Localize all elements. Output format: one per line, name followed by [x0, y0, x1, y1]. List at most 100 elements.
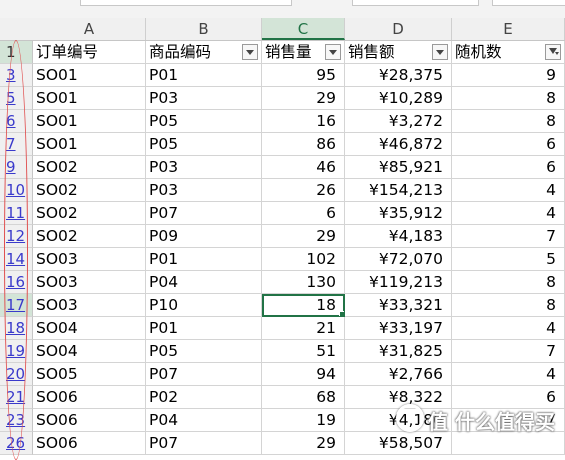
column-header-bar: A B C D E: [0, 18, 565, 41]
cell-random-number[interactable]: 8: [452, 294, 565, 317]
cell-random-number[interactable]: 5: [452, 248, 565, 271]
cell-sales-qty[interactable]: 19: [262, 409, 345, 432]
cell-random-number[interactable]: 4: [452, 202, 565, 225]
cell-sales-amount[interactable]: ¥31,825: [345, 340, 452, 363]
cell-sales-amount[interactable]: ¥154,213: [345, 179, 452, 202]
cell-product-code[interactable]: P01: [146, 248, 262, 271]
cell-product-code[interactable]: P10: [146, 294, 262, 317]
cell-random-number[interactable]: 6: [452, 156, 565, 179]
table-row: 14 SO03 P01 102 ¥72,070 5: [0, 248, 565, 271]
cell-product-code[interactable]: P01: [146, 64, 262, 87]
column-header-e[interactable]: E: [452, 18, 565, 40]
cell-random-number[interactable]: 4: [452, 179, 565, 202]
header-label: 订单编号: [36, 43, 99, 61]
column-header-b[interactable]: B: [146, 18, 262, 40]
name-box[interactable]: [80, 0, 292, 6]
cell-order-id[interactable]: SO01: [33, 87, 146, 110]
cell-product-code[interactable]: P09: [146, 225, 262, 248]
cell-order-id[interactable]: SO01: [33, 110, 146, 133]
cell-order-id[interactable]: SO03: [33, 294, 146, 317]
cell-order-id[interactable]: SO02: [33, 202, 146, 225]
cell-order-id[interactable]: SO01: [33, 64, 146, 87]
cell-random-number[interactable]: 8: [452, 87, 565, 110]
cell-sales-amount[interactable]: ¥2,766: [345, 363, 452, 386]
header-cell-product-code[interactable]: 商品编码: [146, 41, 262, 64]
column-header-c[interactable]: C: [262, 18, 345, 40]
cell-sales-qty[interactable]: 94: [262, 363, 345, 386]
cell-sales-amount[interactable]: ¥4,183: [345, 225, 452, 248]
cell-product-code[interactable]: P04: [146, 271, 262, 294]
cell-sales-amount[interactable]: ¥3,272: [345, 110, 452, 133]
formula-input-extension[interactable]: [492, 0, 565, 6]
cell-product-code[interactable]: P02: [146, 386, 262, 409]
cell-product-code[interactable]: P07: [146, 363, 262, 386]
cell-sales-amount[interactable]: ¥72,070: [345, 248, 452, 271]
formula-input[interactable]: [352, 0, 479, 6]
cell-sales-qty[interactable]: 46: [262, 156, 345, 179]
cell-order-id[interactable]: SO03: [33, 248, 146, 271]
cell-sales-amount[interactable]: ¥46,872: [345, 133, 452, 156]
cell-sales-qty[interactable]: 16: [262, 110, 345, 133]
cell-sales-qty[interactable]: 102: [262, 248, 345, 271]
cell-random-number[interactable]: 7: [452, 340, 565, 363]
header-label: 销售额: [348, 43, 395, 61]
cell-sales-amount[interactable]: ¥10,289: [345, 87, 452, 110]
header-cell-sales-qty[interactable]: 销售量: [262, 41, 345, 64]
cell-product-code[interactable]: P01: [146, 317, 262, 340]
table-row: 19 SO04 P05 51 ¥31,825 7: [0, 340, 565, 363]
cell-sales-qty[interactable]: 29: [262, 87, 345, 110]
cell-sales-qty[interactable]: 86: [262, 133, 345, 156]
header-label: 销售量: [265, 43, 312, 61]
cell-sales-amount[interactable]: ¥85,921: [345, 156, 452, 179]
cell-sales-qty[interactable]: 68: [262, 386, 345, 409]
cell-order-id[interactable]: SO04: [33, 340, 146, 363]
dropdown-arrow-icon[interactable]: [432, 44, 448, 60]
cell-order-id[interactable]: SO03: [33, 271, 146, 294]
cell-sales-qty[interactable]: 95: [262, 64, 345, 87]
formula-bar-strip: [0, 0, 565, 18]
dropdown-arrow-icon[interactable]: [325, 44, 341, 60]
cell-random-number[interactable]: 7: [452, 225, 565, 248]
header-cell-random-number[interactable]: 随机数: [452, 41, 565, 64]
cell-sales-qty[interactable]: 130: [262, 271, 345, 294]
cell-random-number[interactable]: 4: [452, 317, 565, 340]
cell-order-id[interactable]: SO05: [33, 363, 146, 386]
cell-sales-qty[interactable]: 51: [262, 340, 345, 363]
cell-sales-qty[interactable]: 6: [262, 202, 345, 225]
cell-order-id[interactable]: SO06: [33, 409, 146, 432]
cell-sales-qty[interactable]: 21: [262, 317, 345, 340]
cell-product-code[interactable]: P07: [146, 202, 262, 225]
cell-sales-qty[interactable]: 26: [262, 179, 345, 202]
cell-order-id[interactable]: SO06: [33, 386, 146, 409]
cell-random-number[interactable]: 4: [452, 363, 565, 386]
cell-product-code[interactable]: P03: [146, 156, 262, 179]
cell-order-id[interactable]: SO01: [33, 133, 146, 156]
filter-funnel-icon[interactable]: [545, 44, 561, 60]
cell-product-code[interactable]: P05: [146, 133, 262, 156]
cell-order-id[interactable]: SO02: [33, 179, 146, 202]
column-header-a[interactable]: A: [33, 18, 146, 40]
cell-sales-amount[interactable]: ¥28,375: [345, 64, 452, 87]
cell-product-code[interactable]: P04: [146, 409, 262, 432]
cell-sales-amount[interactable]: ¥35,912: [345, 202, 452, 225]
cell-sales-amount[interactable]: ¥33,321: [345, 294, 452, 317]
cell-product-code[interactable]: P05: [146, 110, 262, 133]
cell-random-number[interactable]: 8: [452, 110, 565, 133]
dropdown-arrow-icon[interactable]: [242, 44, 258, 60]
cell-random-number[interactable]: 8: [452, 271, 565, 294]
cell-sales-qty[interactable]: 29: [262, 225, 345, 248]
cell-product-code[interactable]: P03: [146, 87, 262, 110]
cell-product-code[interactable]: P05: [146, 340, 262, 363]
cell-sales-amount[interactable]: ¥119,213: [345, 271, 452, 294]
cell-order-id[interactable]: SO04: [33, 317, 146, 340]
cell-sales-amount[interactable]: ¥33,197: [345, 317, 452, 340]
cell-random-number[interactable]: 9: [452, 64, 565, 87]
cell-product-code[interactable]: P03: [146, 179, 262, 202]
active-cell[interactable]: 18: [262, 294, 345, 317]
cell-order-id[interactable]: SO02: [33, 156, 146, 179]
header-cell-sales-amount[interactable]: 销售额: [345, 41, 452, 64]
cell-random-number[interactable]: 6: [452, 133, 565, 156]
header-cell-order-id[interactable]: 订单编号: [33, 41, 146, 64]
column-header-d[interactable]: D: [345, 18, 452, 40]
cell-order-id[interactable]: SO02: [33, 225, 146, 248]
